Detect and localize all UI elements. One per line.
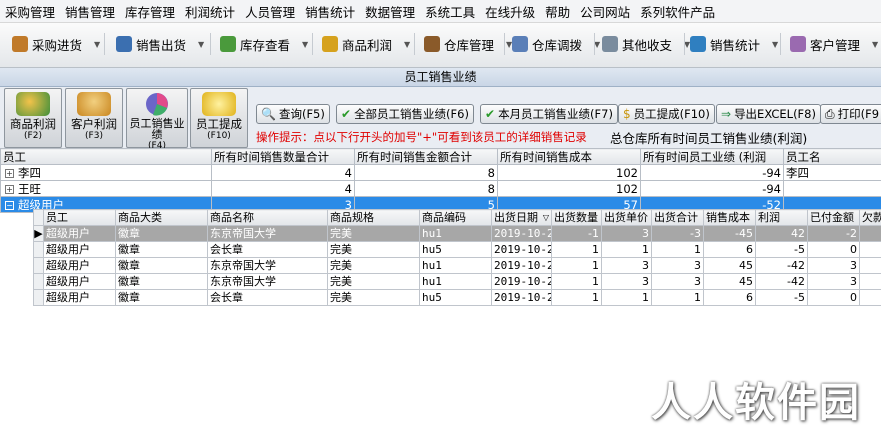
check-icon: ✔: [485, 107, 496, 121]
menu-data[interactable]: 数据管理: [360, 2, 420, 21]
commission-button[interactable]: $ 员工提成(F10): [618, 104, 715, 124]
menu-profit-stats[interactable]: 利润统计: [180, 2, 240, 21]
coins-icon: $: [623, 107, 631, 121]
chevron-down-icon[interactable]: ▼: [772, 40, 778, 49]
column-header[interactable]: 所有时间销售成本: [497, 148, 641, 165]
expand-icon[interactable]: +: [5, 168, 14, 178]
table-row[interactable]: + 李四 4 8 102 -94 李四: [0, 164, 881, 181]
master-header-row: 员工 所有时间销售数量合计 所有时间销售金额合计 所有时间销售成本 所有时间员工…: [0, 148, 881, 165]
warehouse-icon: [424, 36, 440, 52]
transfer-icon: [512, 36, 528, 52]
product-profit-button[interactable]: 商品利润 (F2): [4, 88, 62, 148]
menu-sales-stats[interactable]: 销售统计: [300, 2, 360, 21]
purchase-icon: [12, 36, 28, 52]
toolbar-inventory-button[interactable]: 库存查看 ▼: [220, 31, 308, 57]
menu-staff[interactable]: 人员管理: [240, 2, 300, 21]
menu-purchase[interactable]: 采购管理: [0, 2, 60, 21]
column-header[interactable]: 员工: [0, 148, 212, 165]
stats-icon: [690, 36, 706, 52]
window-title: 员工销售业绩: [0, 68, 881, 87]
column-header[interactable]: 出货日期 ▽: [491, 209, 552, 226]
column-header[interactable]: 商品名称: [207, 209, 328, 226]
inventory-icon: [220, 36, 236, 52]
column-header[interactable]: 所有时间销售数量合计: [211, 148, 355, 165]
column-header[interactable]: 员工: [43, 209, 116, 226]
customer-money-icon: [77, 92, 111, 116]
menu-products[interactable]: 系列软件产品: [635, 2, 720, 21]
detail-table: 员工 商品大类 商品名称 商品规格 商品编码 出货日期 ▽ 出货数量 出货单价 出…: [33, 209, 881, 306]
chevron-down-icon[interactable]: ▼: [404, 40, 410, 49]
magnifier-icon: 🔍: [261, 107, 276, 121]
printer-icon: ⎙: [825, 106, 835, 121]
print-button[interactable]: ⎙ 打印(F9: [820, 104, 881, 124]
toolbar-warehouse-button[interactable]: 仓库管理 ▼: [424, 31, 512, 57]
toolbar-ledger-button[interactable]: 其他收支 ▼: [602, 31, 690, 57]
main-toolbar: 采购进货 ▼ 销售出货 ▼ 库存查看 ▼ 商品利润 ▼ 仓库管理 ▼ 仓库调拨 ▼ 其他收支…: [0, 23, 881, 68]
chevron-down-icon[interactable]: ▼: [94, 40, 100, 49]
collapse-icon[interactable]: −: [5, 200, 14, 210]
operation-tip: 操作提示：点以下行开头的加号"+"可看到该员工的详细销售记录: [256, 130, 587, 144]
detail-row-current[interactable]: ▶ 超级用户 徽章 东京帝国大学 完美 hu1 2019-10-21 -1 3 …: [33, 225, 881, 242]
query-button[interactable]: 🔍 查询(F5): [256, 104, 330, 124]
menu-website[interactable]: 公司网站: [575, 2, 635, 21]
chevron-down-icon[interactable]: ▼: [872, 40, 878, 49]
column-header[interactable]: 出货合计: [651, 209, 704, 226]
column-header[interactable]: 欠款: [859, 209, 881, 226]
report-summary: 总仓库所有时间员工销售业绩(利润): [610, 131, 808, 146]
detail-header-row: 员工 商品大类 商品名称 商品规格 商品编码 出货日期 ▽ 出货数量 出货单价 出…: [33, 209, 881, 226]
menu-bar: 采购管理 销售管理 库存管理 利润统计 人员管理 销售统计 数据管理 系统工具 …: [0, 0, 881, 23]
watermark: 人人软件园: [651, 380, 861, 426]
toolbar-customer-button[interactable]: 客户管理 ▼: [790, 31, 878, 57]
check-icon: ✔: [341, 107, 352, 121]
excel-icon: ⇒: [721, 107, 732, 121]
gift-money-icon: [16, 92, 50, 116]
pie-chart-icon: [146, 93, 168, 116]
menu-sales[interactable]: 销售管理: [60, 2, 120, 21]
column-header[interactable]: 所有时间员工业绩 (利润: [640, 148, 784, 165]
column-header[interactable]: 商品大类: [115, 209, 208, 226]
column-header[interactable]: 出货单价: [601, 209, 652, 226]
staff-commission-button[interactable]: 员工提成 (F10): [190, 88, 248, 148]
month-staff-sales-button[interactable]: ✔ 本月员工销售业绩(F7): [480, 104, 618, 124]
detail-row[interactable]: 超级用户 徽章 东京帝国大学 完美 hu1 2019-10-21 1 3 3 4…: [33, 257, 881, 274]
column-header[interactable]: 所有时间销售金额合计: [354, 148, 498, 165]
menu-help[interactable]: 帮助: [540, 2, 575, 21]
staff-sales-button[interactable]: 员工销售业绩 (F4): [126, 88, 188, 151]
menu-upgrade[interactable]: 在线升级: [480, 2, 540, 21]
sales-icon: [116, 36, 132, 52]
customer-icon: [790, 36, 806, 52]
chevron-down-icon[interactable]: ▼: [198, 40, 204, 49]
expand-icon[interactable]: +: [5, 184, 14, 194]
column-header[interactable]: 员工名: [783, 148, 881, 165]
toolbar-stats-button[interactable]: 销售统计 ▼: [690, 31, 778, 57]
column-header[interactable]: 出货数量: [551, 209, 602, 226]
chevron-down-icon[interactable]: ▼: [302, 40, 308, 49]
detail-row[interactable]: 超级用户 徽章 会长章 完美 hu5 2019-10-21 1 1 1 6 -5…: [33, 241, 881, 258]
column-header[interactable]: 销售成本: [703, 209, 756, 226]
table-row[interactable]: + 王旺 4 8 102 -94: [0, 180, 881, 197]
toolbar-profit-button[interactable]: 商品利润 ▼: [322, 31, 410, 57]
profit-icon: [322, 36, 338, 52]
menu-inventory[interactable]: 库存管理: [120, 2, 180, 21]
row-pointer-icon: ▶: [33, 225, 44, 242]
column-header[interactable]: 利润: [755, 209, 808, 226]
detail-row[interactable]: 超级用户 徽章 东京帝国大学 完美 hu1 2019-10-21 1 3 3 4…: [33, 273, 881, 290]
master-table: 员工 所有时间销售数量合计 所有时间销售金额合计 所有时间销售成本 所有时间员工…: [0, 148, 881, 213]
data-grid: 员工 所有时间销售数量合计 所有时间销售金额合计 所有时间销售成本 所有时间员工…: [0, 148, 881, 434]
sort-icon[interactable]: ▽: [543, 211, 549, 225]
column-header[interactable]: 已付金额: [807, 209, 860, 226]
toolbar-transfer-button[interactable]: 仓库调拨 ▼: [512, 31, 600, 57]
column-header[interactable]: 商品规格: [327, 209, 420, 226]
menu-tools[interactable]: 系统工具: [420, 2, 480, 21]
toolbar-sales-button[interactable]: 销售出货 ▼: [116, 31, 204, 57]
export-excel-button[interactable]: ⇒ 导出EXCEL(F8): [716, 104, 821, 124]
column-header[interactable]: 商品编码: [419, 209, 492, 226]
customer-profit-button[interactable]: 客户利润 (F3): [65, 88, 123, 148]
toolbar-purchase-button[interactable]: 采购进货 ▼: [12, 31, 100, 57]
detail-row[interactable]: 超级用户 徽章 会长章 完美 hu5 2019-10-21 1 1 1 6 -5…: [33, 289, 881, 306]
all-staff-sales-button[interactable]: ✔ 全部员工销售业绩(F6): [336, 104, 474, 124]
gold-coins-icon: [202, 92, 236, 116]
ledger-icon: [602, 36, 618, 52]
